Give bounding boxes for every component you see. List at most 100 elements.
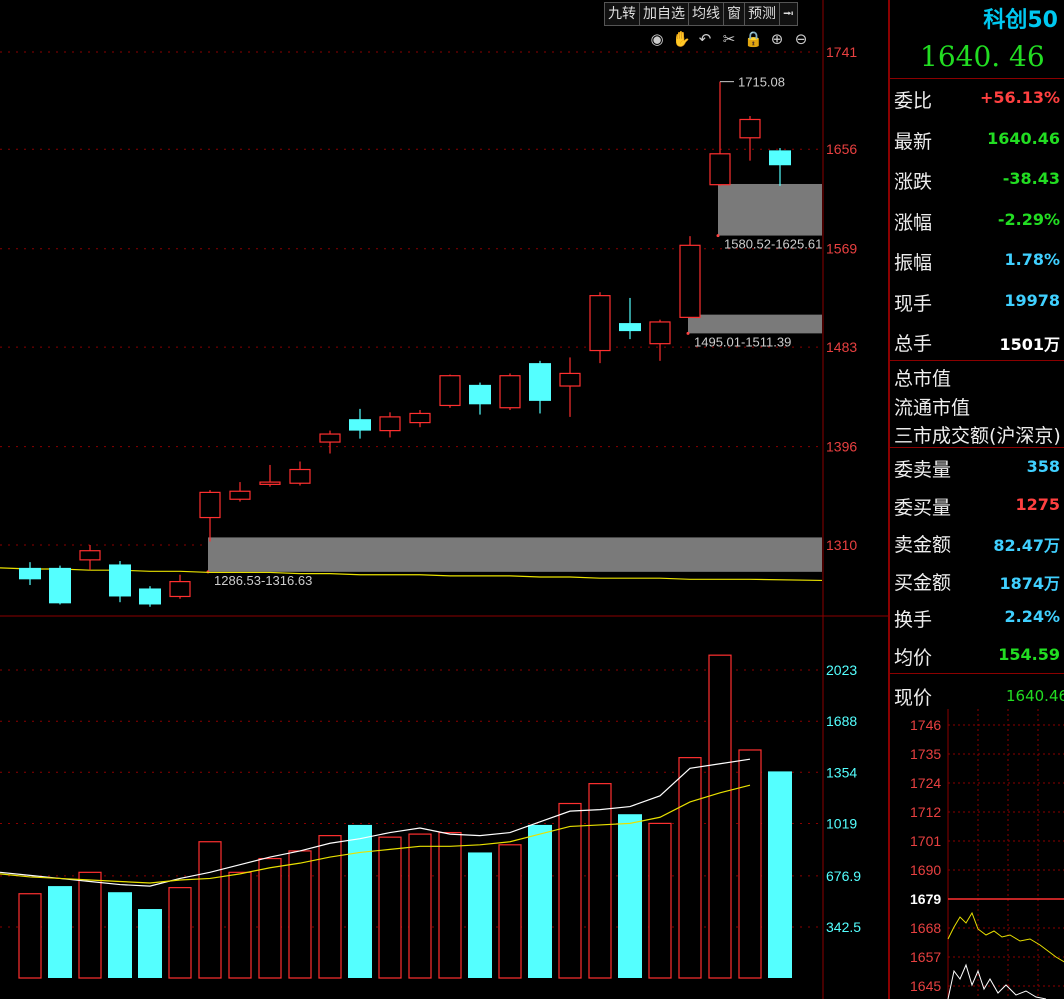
candle-body-up	[709, 153, 731, 186]
quote-label: 总手	[894, 333, 933, 355]
order-value: 358	[1026, 457, 1060, 476]
volume-tick-label: 1688	[826, 713, 857, 729]
order-row: 均价 154.59	[894, 635, 1062, 675]
add-favorite-button[interactable]: 加自选	[639, 2, 689, 26]
order-label: 委卖量	[894, 459, 952, 481]
candle-body-down	[469, 384, 491, 405]
volume-tick-label: 342.5	[826, 919, 861, 935]
quote-label: 振幅	[894, 252, 933, 274]
eye-icon[interactable]: ◉	[648, 30, 666, 48]
volume-bar-down	[768, 771, 792, 978]
price-tick-label: 1656	[826, 141, 857, 157]
candle-body-down	[49, 567, 71, 604]
zoom-in-icon[interactable]: ⊕	[768, 30, 786, 48]
mini-avg-price-line	[947, 911, 1064, 963]
volume-bar-down	[348, 824, 372, 978]
order-value: 154.59	[998, 644, 1060, 664]
quote-label: 涨幅	[894, 211, 933, 234]
divider	[890, 673, 1064, 674]
order-row: 委买量 1275	[894, 485, 1062, 525]
candle-body-up	[739, 118, 761, 139]
high-value-label: 1715.08	[738, 75, 785, 90]
undo-icon[interactable]: ↶	[696, 30, 714, 48]
collapse-panel-icon[interactable]: ⭲	[779, 2, 798, 26]
candle-body-down	[349, 419, 371, 431]
mini-intraday-chart[interactable]: 1746 1735 1724 1712 1701 1690 1679 1668 1657 1645	[890, 709, 1064, 999]
quote-value: +56.13%	[979, 88, 1060, 107]
volume-bar-down	[138, 909, 162, 978]
zoom-out-icon[interactable]: ⊖	[792, 30, 810, 48]
candle-body-down	[619, 323, 641, 332]
price-tick-label: 1569	[826, 241, 857, 257]
quote-row: 振幅 1.78%	[894, 240, 1062, 280]
gap-zone-label: 1580.52-1625.61	[724, 237, 822, 252]
current-price: 1640. 46	[920, 40, 1045, 73]
gap-zone	[208, 537, 822, 572]
volume-bar-up	[168, 887, 192, 979]
three-market-turnover-label: 三市成交额(沪深京)	[894, 425, 1061, 447]
volume-tick-label: 2023	[826, 662, 857, 678]
mini-tick-label: 1746	[910, 717, 941, 733]
volume-bar-down	[618, 814, 642, 978]
candle-body-down	[769, 150, 791, 166]
order-label: 买金额	[894, 571, 952, 594]
hand-icon[interactable]: ✋	[672, 30, 691, 48]
volume-bar-up	[498, 844, 522, 979]
mini-tick-label: 1657	[910, 949, 941, 965]
main-chart[interactable]: 1286.53-1316.63 1495.01-1511.39 1580.52-16…	[0, 0, 888, 999]
mini-tick-label: 1679	[910, 891, 941, 907]
quote-value: -2.29%	[997, 209, 1060, 229]
order-label: 卖金额	[894, 534, 952, 556]
gap-zone-label: 1495.01-1511.39	[694, 334, 791, 349]
volume-bar-up	[708, 654, 732, 979]
volume-bar-down	[48, 886, 72, 978]
candle-body-up	[199, 491, 221, 519]
candle-body-down	[139, 588, 161, 605]
candle-body-down	[19, 567, 41, 580]
volume-bar-up	[18, 893, 42, 979]
candle-body-up	[229, 490, 251, 500]
forecast-button[interactable]: 预测	[744, 2, 780, 26]
mini-price-line	[947, 963, 1047, 999]
window-button[interactable]: 窗	[723, 2, 745, 26]
quote-value: 1640.46	[987, 128, 1060, 148]
mini-chart-value: 1640.46	[1006, 687, 1064, 705]
chart-toolbar: 九转 加自选 均线 窗 预测 ⭲	[604, 2, 798, 26]
volume-bar-up	[738, 749, 762, 979]
order-row: 委卖量 358	[894, 447, 1062, 487]
order-label: 均价	[894, 646, 933, 669]
mini-tick-label: 1690	[910, 862, 941, 878]
candle-body-up	[439, 375, 461, 407]
quote-value: -38.43	[1002, 169, 1060, 188]
volume-bar-down	[108, 892, 132, 978]
gap-zone-marker	[686, 331, 690, 335]
candle-body-up	[379, 416, 401, 432]
quote-row: 涨跌 -38.43	[894, 159, 1062, 199]
volume-bar-down	[528, 824, 552, 978]
volume-bar-up	[558, 802, 582, 979]
volume-bar-up	[258, 857, 282, 979]
mini-tick-label: 1735	[910, 746, 941, 762]
quote-row: 最新 1640.46	[894, 119, 1062, 159]
volume-bar-down	[468, 852, 492, 978]
volume-bar-up	[438, 831, 462, 979]
mini-tick-label: 1645	[910, 978, 941, 994]
moving-average-button[interactable]: 均线	[688, 2, 724, 26]
order-value: 82.47万	[993, 536, 1060, 555]
candle-body-up	[499, 375, 521, 409]
volume-tick-label: 676.9	[826, 868, 861, 884]
quote-row: 委比 +56.13%	[894, 78, 1062, 118]
candle-body-up	[409, 412, 431, 424]
candle-body-up	[319, 433, 341, 443]
gap-zone	[718, 183, 822, 236]
order-label: 换手	[894, 609, 933, 631]
mini-tick-label: 1724	[910, 775, 941, 791]
volume-bar-up	[648, 822, 672, 979]
price-axis: 1741 1656 1569 1483 1396 1310	[826, 44, 857, 553]
nine-turn-button[interactable]: 九转	[604, 2, 640, 26]
lock-icon[interactable]: 🔒	[744, 30, 763, 48]
quote-value: 1501万	[999, 335, 1060, 354]
mini-tick-label: 1701	[910, 833, 941, 849]
order-row: 卖金额 82.47万	[894, 522, 1062, 562]
scissors-icon[interactable]: ✂	[720, 30, 738, 48]
